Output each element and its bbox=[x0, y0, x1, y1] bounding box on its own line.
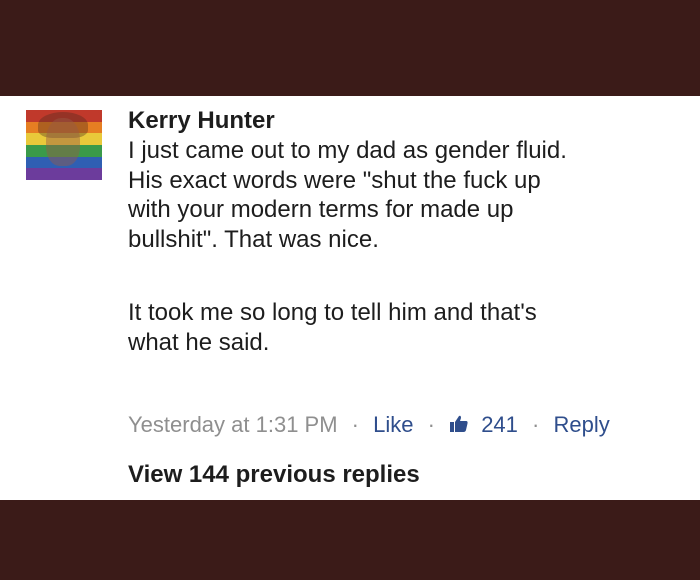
comment-line: It took me so long to tell him and that'… bbox=[128, 299, 537, 326]
comment-line: with your modern terms for made up bbox=[128, 196, 514, 223]
meta-separator: · bbox=[427, 412, 435, 437]
comment-timestamp[interactable]: Yesterday at 1:31 PM bbox=[128, 412, 338, 437]
meta-separator: · bbox=[351, 412, 359, 437]
avatar-face bbox=[46, 118, 80, 166]
profile-avatar[interactable] bbox=[26, 110, 102, 180]
comment-author-name[interactable]: Kerry Hunter bbox=[128, 106, 688, 136]
screenshot-frame: Kerry Hunter I just came out to my dad a… bbox=[0, 0, 700, 580]
comment-meta-row: Yesterday at 1:31 PM · Like · 241 · Repl… bbox=[128, 410, 610, 442]
reply-button[interactable]: Reply bbox=[553, 412, 609, 437]
thumbs-up-icon bbox=[449, 412, 469, 442]
comment-line: His exact words were "shut the fuck up bbox=[128, 166, 541, 194]
top-border-band bbox=[0, 0, 700, 96]
view-previous-replies-link[interactable]: View 144 previous replies bbox=[128, 460, 420, 490]
avatar-stripe-purple bbox=[26, 168, 102, 180]
comment-line: I just came out to my dad as gender flui… bbox=[128, 137, 567, 164]
comment-line: bullshit". That was nice. bbox=[128, 225, 379, 253]
comment-body: I just came out to my dad as gender flui… bbox=[128, 136, 688, 357]
bottom-border-band bbox=[0, 500, 700, 580]
like-button[interactable]: Like bbox=[373, 412, 413, 437]
like-count[interactable]: 241 bbox=[481, 412, 518, 437]
comment-content: Kerry Hunter I just came out to my dad a… bbox=[128, 106, 688, 357]
comment-line: what he said. bbox=[128, 328, 270, 356]
meta-separator: · bbox=[532, 412, 540, 437]
comment-card: Kerry Hunter I just came out to my dad a… bbox=[0, 96, 700, 500]
